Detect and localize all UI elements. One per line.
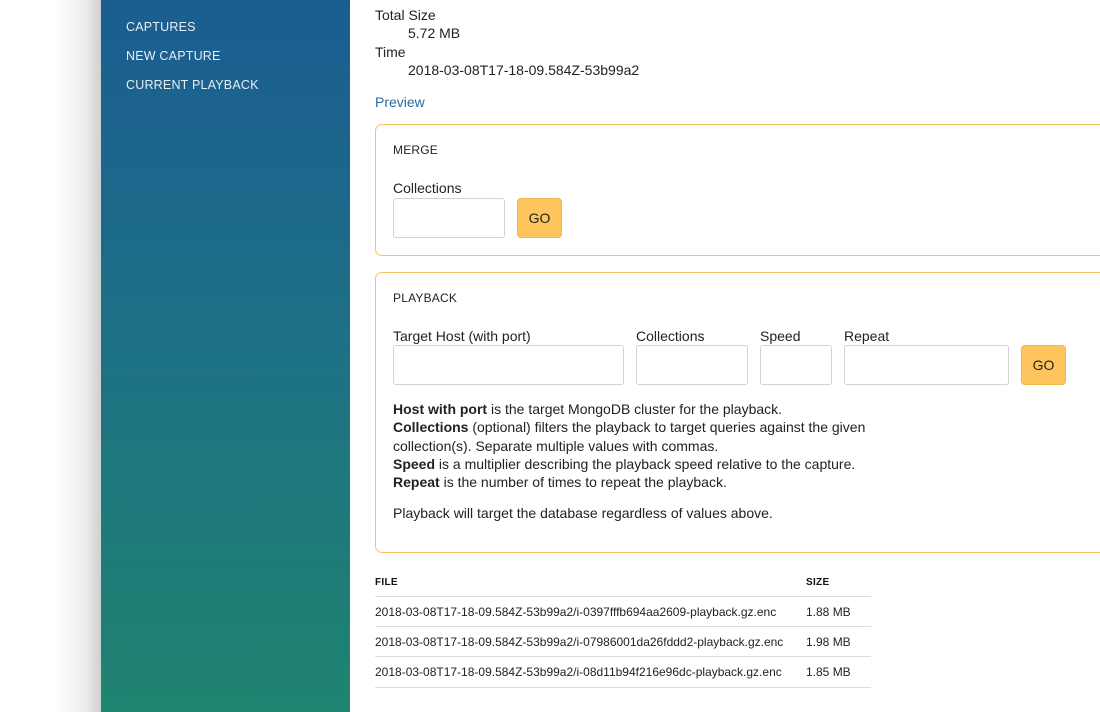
repeat-input[interactable] — [844, 345, 1009, 385]
help-host: Host with port is the target MongoDB clu… — [393, 400, 873, 418]
total-size-value: 5.72 MB — [408, 25, 461, 41]
merge-title: MERGE — [393, 143, 439, 157]
size-column-header: SIZE — [806, 577, 830, 588]
file-name-cell: 2018-03-08T17-18-09.584Z-53b99a2/i-0397f… — [375, 605, 777, 619]
file-column-header: FILE — [375, 577, 398, 588]
help-host-text: is the target MongoDB cluster for the pl… — [487, 401, 783, 417]
target-host-input[interactable] — [393, 345, 624, 385]
table-row: 2018-03-08T17-18-09.584Z-53b99a2/i-07986… — [375, 626, 871, 657]
playback-help-text: Host with port is the target MongoDB clu… — [393, 400, 873, 491]
speed-input[interactable] — [760, 345, 832, 385]
main-content: Total Size 5.72 MB Time 2018-03-08T17-18… — [350, 0, 1100, 712]
file-name-cell: 2018-03-08T17-18-09.584Z-53b99a2/i-07986… — [375, 635, 784, 649]
sidebar-item-captures[interactable]: CAPTURES — [126, 20, 196, 34]
help-repeat-term: Repeat — [393, 474, 440, 491]
playback-card: PLAYBACK Target Host (with port) Collect… — [375, 272, 1100, 553]
help-repeat-text: is the number of times to repeat the pla… — [439, 474, 727, 491]
playback-title: PLAYBACK — [393, 291, 458, 305]
sidebar: CAPTURES NEW CAPTURE CURRENT PLAYBACK — [101, 0, 350, 712]
sidebar-item-current-playback[interactable]: CURRENT PLAYBACK — [126, 78, 259, 92]
repeat-label: Repeat — [844, 328, 890, 344]
time-value: 2018-03-08T17-18-09.584Z-53b99a2 — [408, 62, 640, 78]
file-size-cell: 1.98 MB — [806, 635, 851, 649]
file-size-cell: 1.88 MB — [806, 605, 851, 619]
target-host-label: Target Host (with port) — [393, 328, 531, 344]
help-speed-term: Speed — [393, 455, 436, 472]
playback-collections-input[interactable] — [636, 345, 748, 385]
merge-collections-label: Collections — [393, 180, 462, 196]
merge-collections-input[interactable] — [393, 198, 505, 238]
help-repeat: Repeat is the number of times to repeat … — [393, 473, 873, 491]
speed-label: Speed — [760, 328, 801, 344]
playback-go-button[interactable]: GO — [1021, 345, 1066, 385]
file-name-cell: 2018-03-08T17-18-09.584Z-53b99a2/i-08d11… — [375, 665, 782, 679]
help-collections: Collections (optional) filters the playb… — [393, 418, 873, 455]
total-size-label: Total Size — [375, 7, 436, 23]
preview-link[interactable]: Preview — [375, 94, 425, 110]
table-row: 2018-03-08T17-18-09.584Z-53b99a2/i-08d11… — [375, 656, 871, 688]
help-host-term: Host with port — [393, 401, 488, 417]
merge-card: MERGE Collections GO — [375, 124, 1100, 256]
playback-collections-label: Collections — [636, 328, 705, 344]
help-speed-text: is a multiplier describing the playback … — [435, 455, 856, 472]
merge-go-button[interactable]: GO — [517, 198, 562, 238]
sidebar-item-new-capture[interactable]: NEW CAPTURE — [126, 49, 221, 63]
page-edge-shadow — [0, 0, 101, 712]
table-row: 2018-03-08T17-18-09.584Z-53b99a2/i-0397f… — [375, 596, 871, 627]
playback-note: Playback will target the database regard… — [393, 505, 773, 521]
time-label: Time — [375, 44, 406, 60]
help-speed: Speed is a multiplier describing the pla… — [393, 455, 873, 473]
file-size-cell: 1.85 MB — [806, 665, 851, 679]
help-collections-term: Collections — [393, 419, 469, 436]
